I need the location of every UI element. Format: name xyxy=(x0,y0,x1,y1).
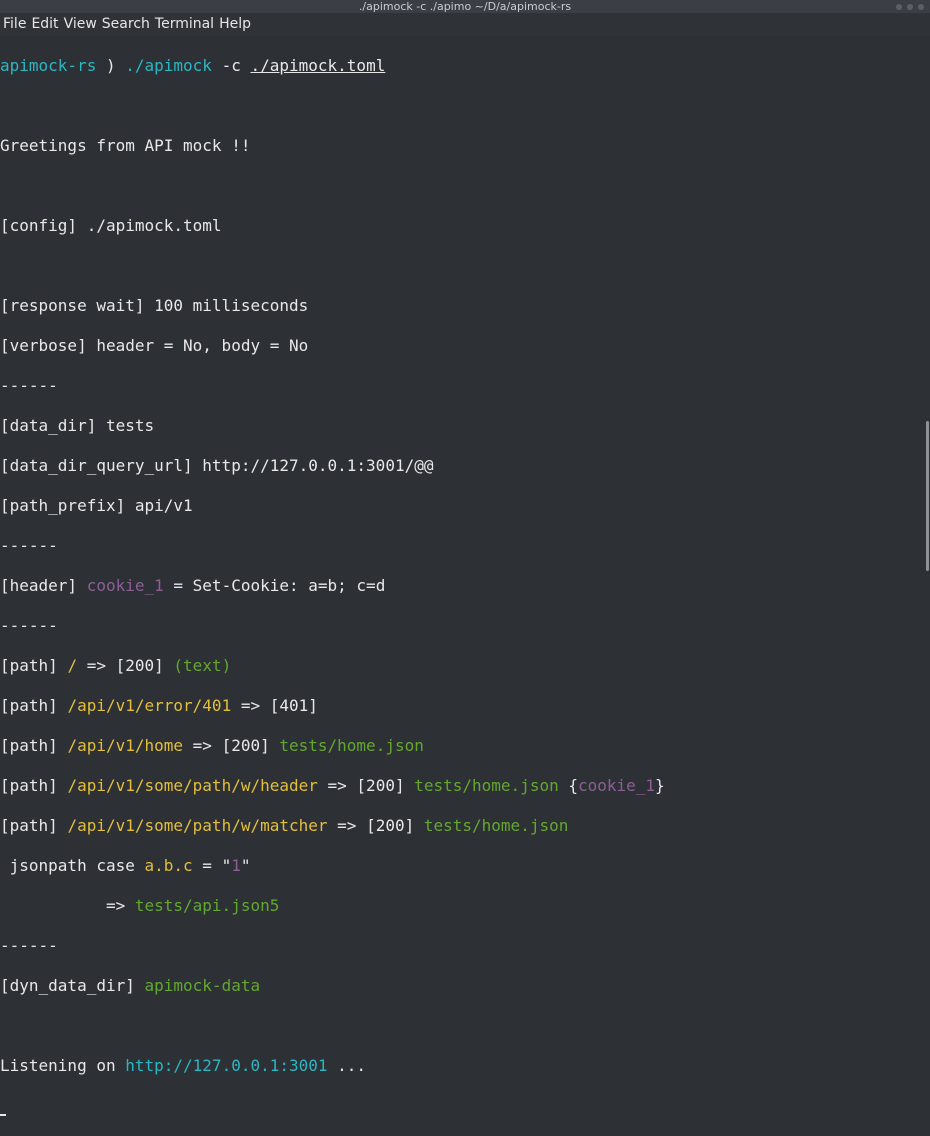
close-button[interactable] xyxy=(918,3,924,10)
prompt-arg: ./apimock.toml xyxy=(250,56,386,75)
path-route: /api/v1/some/path/w/header xyxy=(67,776,318,795)
separator-line: ------ xyxy=(0,376,58,395)
scrollbar[interactable] xyxy=(923,36,930,577)
listening-url[interactable]: http://127.0.0.1:3001 xyxy=(125,1056,327,1075)
path-status: [200] xyxy=(356,776,415,795)
menu-file[interactable]: File xyxy=(3,13,26,36)
path-arrow: => xyxy=(317,776,357,795)
jsonpath-file: tests/api.json5 xyxy=(134,896,280,915)
path-status: [401] xyxy=(269,696,318,715)
greeting-line: Greetings from API mock !! xyxy=(0,136,251,155)
path-cookie: cookie_1 xyxy=(577,776,656,795)
header-value: = Set-Cookie: a=b; c=d xyxy=(163,576,386,595)
prompt-line: apimock-rs ) ./apimock -c ./apimock.toml xyxy=(0,56,923,76)
dyn-data-dir-value: apimock-data xyxy=(144,976,261,995)
verbose-line: [verbose] header = No, body = No xyxy=(0,336,309,355)
path-line: [path] / => [200] (text) xyxy=(0,656,923,676)
brace-open: { xyxy=(558,776,578,795)
path-arrow: => xyxy=(183,736,222,755)
path-line: [path] /api/v1/some/path/w/matcher => [2… xyxy=(0,816,923,836)
prompt-sep: ) xyxy=(96,56,126,75)
path-label: [path] xyxy=(0,816,68,835)
dyn-data-dir-label: [dyn_data_dir] xyxy=(0,976,145,995)
response-wait-line: [response wait] 100 milliseconds xyxy=(0,296,309,315)
maximize-button[interactable] xyxy=(907,3,913,10)
path-label: [path] xyxy=(0,656,68,675)
path-status: [200] xyxy=(366,816,424,835)
window-titlebar: ./apimock -c ./apimo ~/D/a/apimock-rs xyxy=(0,0,930,13)
jsonpath-prefix: jsonpath case xyxy=(0,856,145,875)
path-status: [200] xyxy=(115,656,164,675)
path-arrow: => xyxy=(77,656,116,675)
path-file: tests/home.json xyxy=(414,776,559,795)
window-title: ./apimock -c ./apimo ~/D/a/apimock-rs xyxy=(358,0,572,13)
jsonpath-value: 1 xyxy=(231,856,241,875)
menu-search[interactable]: Search xyxy=(102,13,150,36)
listening-label: Listening on xyxy=(0,1056,126,1075)
path-extra: (text) xyxy=(163,656,232,675)
menu-edit[interactable]: Edit xyxy=(31,13,58,36)
path-line: [path] /api/v1/home => [200] tests/home.… xyxy=(0,736,923,756)
prompt-dir: apimock-rs xyxy=(0,56,97,75)
header-label: [header] xyxy=(0,576,87,595)
path-label: [path] xyxy=(0,696,68,715)
jsonpath-eq: = " xyxy=(192,856,232,875)
data-dir-line: [data_dir] tests xyxy=(0,416,155,435)
path-route: /api/v1/error/401 xyxy=(67,696,232,715)
path-line: [path] /api/v1/some/path/w/header => [20… xyxy=(0,776,923,796)
data-dir-query-url-line: [data_dir_query_url] http://127.0.0.1:30… xyxy=(0,456,434,475)
dyn-data-dir-line: [dyn_data_dir] apimock-data xyxy=(0,976,923,996)
jsonpath-line: jsonpath case a.b.c = "1" xyxy=(0,856,923,876)
config-line: [config] ./apimock.toml xyxy=(0,216,222,235)
path-file: tests/home.json xyxy=(279,736,424,755)
path-file: tests/home.json xyxy=(423,816,569,835)
separator-line: ------ xyxy=(0,616,58,635)
header-name: cookie_1 xyxy=(86,576,164,595)
path-line: [path] /api/v1/error/401 => [401] xyxy=(0,696,923,716)
minimize-button[interactable] xyxy=(896,3,902,10)
menu-view[interactable]: View xyxy=(64,13,97,36)
path-route: /api/v1/some/path/w/matcher xyxy=(67,816,328,835)
path-label: [path] xyxy=(0,776,68,795)
path-status: [200] xyxy=(221,736,280,755)
prompt-command: ./apimock xyxy=(125,56,212,75)
jsonpath-key: a.b.c xyxy=(144,856,193,875)
scrollbar-thumb[interactable] xyxy=(926,421,929,571)
brace-close: } xyxy=(655,776,665,795)
path-prefix-line: [path_prefix] api/v1 xyxy=(0,496,193,515)
path-route: / xyxy=(67,656,78,675)
menu-terminal[interactable]: Terminal xyxy=(155,13,214,36)
window-controls xyxy=(896,0,924,13)
prompt-flag: -c xyxy=(211,56,251,75)
cursor-line xyxy=(0,1096,923,1116)
jsonpath-quote: " xyxy=(240,856,251,875)
listening-suffix: ... xyxy=(327,1056,367,1075)
jsonpath-arrow: => xyxy=(0,896,135,915)
jsonpath-target-line: => tests/api.json5 xyxy=(0,896,923,916)
separator-line: ------ xyxy=(0,536,58,555)
listening-line: Listening on http://127.0.0.1:3001 ... xyxy=(0,1056,923,1076)
terminal-cursor xyxy=(0,1114,6,1116)
separator-line: ------ xyxy=(0,936,58,955)
header-line: [header] cookie_1 = Set-Cookie: a=b; c=d xyxy=(0,576,923,596)
menu-bar: File Edit View Search Terminal Help xyxy=(0,13,930,36)
path-arrow: => xyxy=(231,696,270,715)
path-route: /api/v1/home xyxy=(67,736,184,755)
path-arrow: => xyxy=(327,816,367,835)
terminal-output[interactable]: apimock-rs ) ./apimock -c ./apimock.toml… xyxy=(0,36,923,1116)
menu-help[interactable]: Help xyxy=(219,13,251,36)
path-label: [path] xyxy=(0,736,68,755)
